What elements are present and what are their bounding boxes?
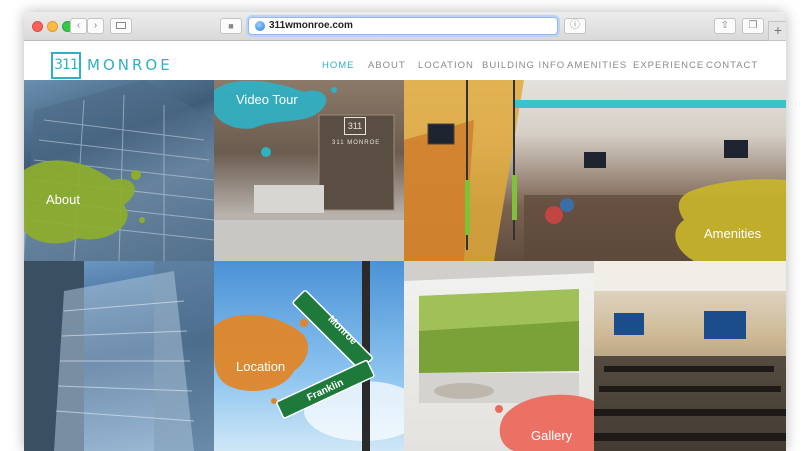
tile-location[interactable]: Monroe Franklin Location [214, 261, 404, 451]
lobby-sign-text: 311 MONROE [332, 140, 381, 146]
site-logo[interactable]: 311 MONROE [51, 51, 173, 79]
tile-about-label: About [46, 192, 80, 207]
minimize-window-button[interactable] [47, 21, 58, 32]
globe-icon [255, 21, 265, 31]
tile-video-tour-label: Video Tour [236, 92, 298, 107]
tile-conference[interactable] [594, 261, 786, 451]
logo-text: MONROE [87, 56, 173, 74]
share-icon: ⇧ [720, 20, 730, 31]
green-wall-image [404, 261, 594, 451]
tile-gallery[interactable]: Gallery [404, 261, 594, 451]
lobby-image [214, 80, 404, 261]
conference-room-image [594, 261, 786, 451]
reader-icon: ■ [228, 21, 234, 31]
sidebar-button[interactable] [110, 18, 132, 34]
tile-amenities[interactable]: Amenities [404, 80, 786, 261]
address-text: 311wmonroe.com [269, 20, 353, 31]
share-button[interactable]: ⇧ [714, 18, 736, 34]
street-sign-image [214, 261, 404, 451]
building-image [24, 80, 214, 261]
close-window-button[interactable] [32, 21, 43, 32]
chevron-right-icon: › [93, 20, 98, 31]
reader-button[interactable]: ■ [220, 18, 242, 34]
location-splat [214, 314, 309, 391]
sidebar-icon [116, 22, 126, 29]
info-button[interactable]: ⓘ [564, 18, 586, 34]
back-button[interactable]: ‹ [70, 18, 87, 34]
address-bar[interactable]: 311wmonroe.com [248, 17, 558, 35]
plus-icon: + [773, 22, 783, 38]
browser-toolbar: ‹ › ■ 311wmonroe.com ⓘ ⇧ ❐ + [24, 12, 786, 41]
tile-location-label: Location [236, 359, 286, 374]
tower-image [24, 261, 214, 451]
tile-gallery-label: Gallery [531, 428, 573, 443]
logo-mark: 311 [51, 51, 81, 79]
tile-about[interactable]: About [24, 80, 214, 261]
tile-building[interactable] [24, 261, 214, 451]
tile-video-tour[interactable]: 311 311 MONROE Video Tour [214, 80, 404, 261]
tabs-button[interactable]: ❐ [742, 18, 764, 34]
amenities-splat [675, 179, 786, 261]
tile-amenities-label: Amenities [704, 226, 762, 241]
browser-window: ‹ › ■ 311wmonroe.com ⓘ ⇧ ❐ + 311 MONROE … [24, 12, 786, 451]
chevron-left-icon: ‹ [76, 20, 81, 31]
info-icon: ⓘ [570, 20, 580, 31]
tabs-icon: ❐ [748, 20, 758, 31]
new-tab-button[interactable]: + [768, 21, 786, 41]
lobby-sign-mark: 311 [344, 117, 366, 135]
forward-button[interactable]: › [87, 18, 104, 34]
